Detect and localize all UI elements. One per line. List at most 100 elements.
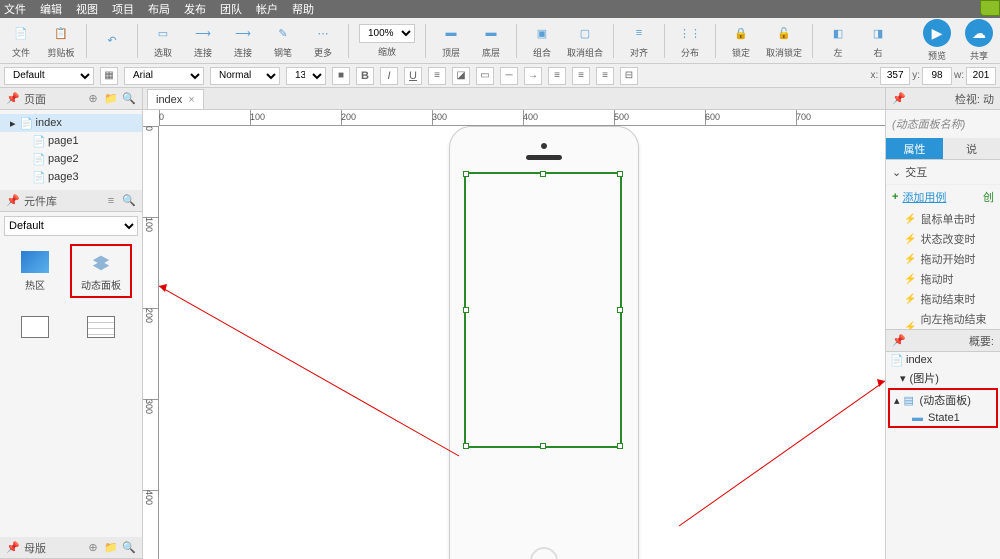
resize-handle[interactable] [617, 171, 623, 177]
x-input[interactable] [880, 67, 910, 85]
tool-select[interactable]: ▭选取 [148, 22, 178, 59]
line-button[interactable]: ─ [500, 67, 518, 85]
align-l-button[interactable]: ≡ [548, 67, 566, 85]
outline-state[interactable]: ▬State1 [890, 410, 996, 426]
border-button[interactable]: ▭ [476, 67, 494, 85]
tab-properties[interactable]: 属性 [886, 138, 943, 159]
close-icon[interactable]: × [188, 94, 194, 106]
search-icon[interactable]: 🔍 [122, 541, 136, 555]
widget-table[interactable] [70, 302, 132, 356]
menu-icon[interactable]: ≡ [104, 194, 118, 208]
font-select[interactable]: Arial [124, 67, 204, 85]
widget-dynamic-panel[interactable]: 动态面板 [70, 244, 132, 298]
tool-left[interactable]: ◧左 [823, 22, 853, 59]
widget-box[interactable] [4, 302, 66, 356]
resize-handle[interactable] [463, 171, 469, 177]
resize-handle[interactable] [540, 171, 546, 177]
align-c-button[interactable]: ≡ [572, 67, 590, 85]
outline-image[interactable]: ▾(图片) [886, 368, 1000, 388]
add-master-icon[interactable]: ⊕ [86, 541, 100, 555]
event-item[interactable]: ⚡鼠标单击时 [886, 209, 1000, 229]
menu-publish[interactable]: 发布 [184, 1, 206, 17]
weight-select[interactable]: Normal [210, 67, 280, 85]
tool-group[interactable]: ▣组合 [527, 22, 557, 59]
bullet-button[interactable]: ≡ [428, 67, 446, 85]
tool-align[interactable]: ≡对齐 [624, 22, 654, 59]
menu-project[interactable]: 项目 [112, 1, 134, 17]
event-item[interactable]: ⚡拖动开始时 [886, 249, 1000, 269]
menu-view[interactable]: 视图 [76, 1, 98, 17]
tool-lock[interactable]: 🔒锁定 [726, 22, 756, 59]
tool-right[interactable]: ◨右 [863, 22, 893, 59]
italic-button[interactable]: I [380, 67, 398, 85]
menu-account[interactable]: 帐户 [256, 1, 278, 17]
menu-edit[interactable]: 编辑 [40, 1, 62, 17]
style-picker-icon[interactable]: ▦ [100, 67, 118, 85]
tool-file[interactable]: 📄文件 [6, 22, 36, 59]
resize-handle[interactable] [463, 443, 469, 449]
selected-dynamic-panel[interactable] [464, 172, 622, 448]
event-item[interactable]: ⚡拖动时 [886, 269, 1000, 289]
fill-button[interactable]: ◪ [452, 67, 470, 85]
outline-dynamic-panel[interactable]: ▴▤(动态面板) [890, 390, 996, 410]
size-select[interactable]: 13 [286, 67, 326, 85]
tool-pen[interactable]: ✎钢笔 [268, 22, 298, 59]
event-item[interactable]: ⚡状态改变时 [886, 229, 1000, 249]
tool-bottom[interactable]: ▬底层 [476, 22, 506, 59]
event-item[interactable]: ⚡拖动结束时 [886, 289, 1000, 309]
page-item[interactable]: 📄page1 [22, 132, 142, 150]
page-item[interactable]: 📄page2 [22, 150, 142, 168]
tool-preview[interactable]: ▶预览 [922, 19, 952, 62]
user-badge[interactable] [980, 0, 1000, 16]
tool-top[interactable]: ▬顶层 [436, 22, 466, 59]
tool-share[interactable]: ☁共享 [964, 19, 994, 62]
interact-toggle[interactable]: ⌄交互 [892, 164, 994, 180]
pin-icon[interactable]: 📌 [6, 541, 20, 555]
search-icon[interactable]: 🔍 [122, 194, 136, 208]
page-item[interactable]: 📄page3 [22, 168, 142, 186]
widget-hotspot[interactable]: 热区 [4, 244, 66, 298]
menu-file[interactable]: 文件 [4, 1, 26, 17]
add-folder-icon[interactable]: 📁 [104, 92, 118, 106]
pin-icon[interactable]: 📌 [6, 92, 20, 106]
resize-handle[interactable] [540, 443, 546, 449]
outline-root[interactable]: 📄index [886, 352, 1000, 368]
pin-icon[interactable]: 📌 [892, 334, 906, 347]
add-case[interactable]: +添加用例创 [886, 185, 1000, 209]
panel-name[interactable]: (动态面板名称) [886, 110, 1000, 138]
tool-connect2[interactable]: ⟶连接 [228, 22, 258, 59]
menu-help[interactable]: 帮助 [292, 1, 314, 17]
add-page-icon[interactable]: ⊕ [86, 92, 100, 106]
pin-icon[interactable]: 📌 [892, 92, 906, 105]
tool-distribute[interactable]: ⋮⋮分布 [675, 22, 705, 59]
bold-button[interactable]: B [356, 67, 374, 85]
tool-zoom[interactable]: 100% 缩放 [359, 24, 415, 58]
stage[interactable] [159, 126, 885, 559]
tool-more[interactable]: ⋯更多 [308, 22, 338, 59]
tool-clipboard[interactable]: 📋剪贴板 [46, 22, 76, 59]
tool-unlock[interactable]: 🔓取消锁定 [766, 22, 802, 59]
color-swatch[interactable]: ■ [332, 67, 350, 85]
add-folder-icon[interactable]: 📁 [104, 541, 118, 555]
y-input[interactable] [922, 67, 952, 85]
zoom-select[interactable]: 100% [359, 24, 415, 43]
w-input[interactable] [966, 67, 996, 85]
style-select[interactable]: Default [4, 67, 94, 85]
resize-handle[interactable] [463, 307, 469, 313]
event-item[interactable]: ⚡向左拖动结束时 [886, 309, 1000, 329]
page-root[interactable]: ▸📄index [0, 114, 142, 132]
tab-notes[interactable]: 说 [943, 138, 1000, 159]
align-r-button[interactable]: ≡ [596, 67, 614, 85]
tool-undo[interactable]: ↶ [97, 30, 127, 52]
pin-icon[interactable]: 📌 [6, 194, 20, 208]
search-icon[interactable]: 🔍 [122, 92, 136, 106]
tab-index[interactable]: index× [147, 89, 204, 109]
underline-button[interactable]: U [404, 67, 422, 85]
menu-team[interactable]: 团队 [220, 1, 242, 17]
resize-handle[interactable] [617, 307, 623, 313]
create-icon[interactable]: 创 [983, 189, 994, 205]
resize-handle[interactable] [617, 443, 623, 449]
tool-ungroup[interactable]: ▢取消组合 [567, 22, 603, 59]
valign-button[interactable]: ⊟ [620, 67, 638, 85]
menu-layout[interactable]: 布局 [148, 1, 170, 17]
